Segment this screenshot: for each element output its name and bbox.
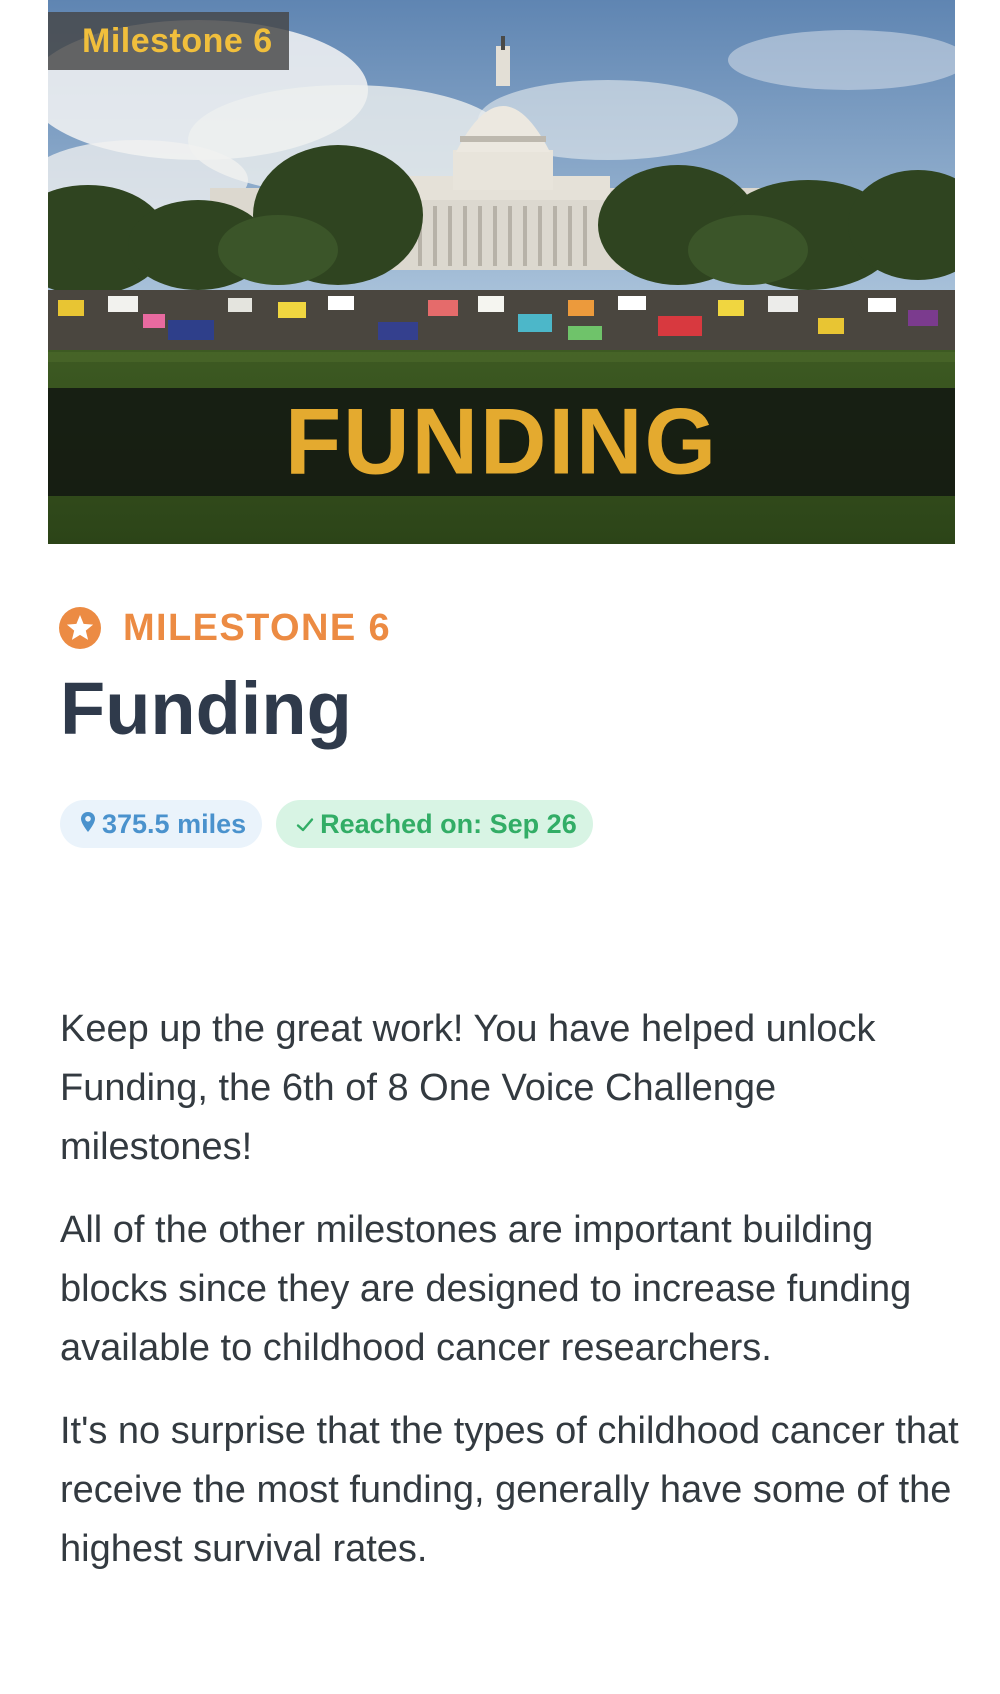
distance-value: 375.5 miles <box>102 808 247 839</box>
check-icon <box>296 809 314 840</box>
map-pin-icon <box>80 809 96 840</box>
milestone-hero-image: Milestone 6 FUNDING <box>48 0 955 544</box>
star-circle-icon <box>57 605 103 651</box>
description-paragraph: Keep up the great work! You have helped … <box>60 1008 876 1168</box>
reached-badge: Reached on: Sep 26 <box>276 800 593 848</box>
reached-date: Reached on: Sep 26 <box>320 808 577 839</box>
milestone-eyebrow-label: MILESTONE 6 <box>123 607 392 649</box>
hero-banner-text: FUNDING <box>284 389 719 495</box>
description-paragraph: It's no surprise that the types of child… <box>60 1410 959 1570</box>
milestone-description: Keep up the great work! You have helped … <box>60 1000 960 1603</box>
description-paragraph: All of the other milestones are importan… <box>60 1209 912 1369</box>
distance-badge: 375.5 miles <box>60 800 263 848</box>
hero-banner: FUNDING <box>48 388 955 496</box>
milestone-eyebrow: MILESTONE 6 <box>57 605 391 651</box>
hero-milestone-tag: Milestone 6 <box>48 12 289 70</box>
page-title: Funding <box>60 667 352 750</box>
milestone-badges: 375.5 miles Reached on: Sep 26 <box>60 800 593 848</box>
